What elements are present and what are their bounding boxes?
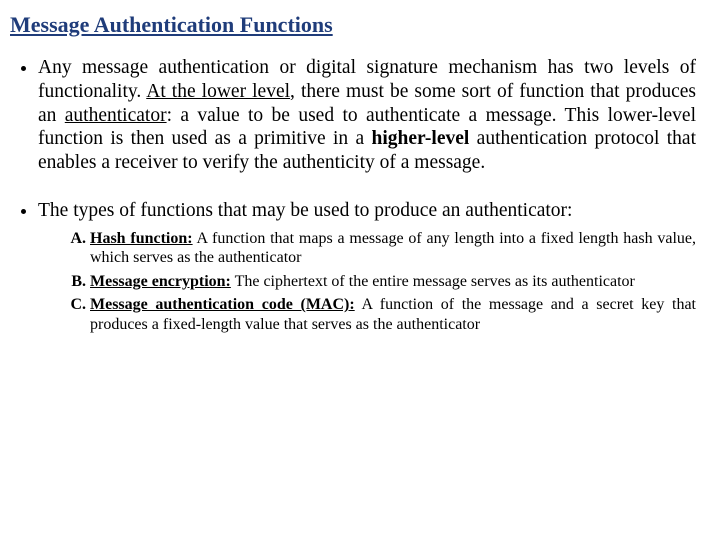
sub-b-head: Message encryption:	[90, 273, 231, 290]
sub-list: Hash function: A function that maps a me…	[72, 229, 696, 335]
sub-item-a: Hash function: A function that maps a me…	[90, 229, 696, 268]
slide: Message Authentication Functions Any mes…	[0, 0, 720, 540]
p1-lower-underline: At the lower level	[146, 81, 290, 102]
p2-text: The types of functions that may be used …	[38, 200, 572, 221]
bullet-1: Any message authentication or digital si…	[38, 56, 696, 175]
sub-c-head: Message authentication code (MAC):	[90, 296, 355, 313]
slide-title: Message Authentication Functions	[10, 12, 696, 38]
bullet-2: The types of functions that may be used …	[38, 199, 696, 334]
sub-a-head: Hash function:	[90, 230, 193, 247]
sub-item-c: Message authentication code (MAC): A fun…	[90, 295, 696, 334]
p1-authenticator-underline: authenticator	[65, 105, 167, 126]
sub-item-b: Message encryption: The ciphertext of th…	[90, 272, 696, 292]
p1-higher-bold: higher-level	[371, 128, 469, 149]
sub-b-body: The ciphertext of the entire message ser…	[231, 273, 635, 290]
bullet-list: Any message authentication or digital si…	[24, 56, 696, 334]
